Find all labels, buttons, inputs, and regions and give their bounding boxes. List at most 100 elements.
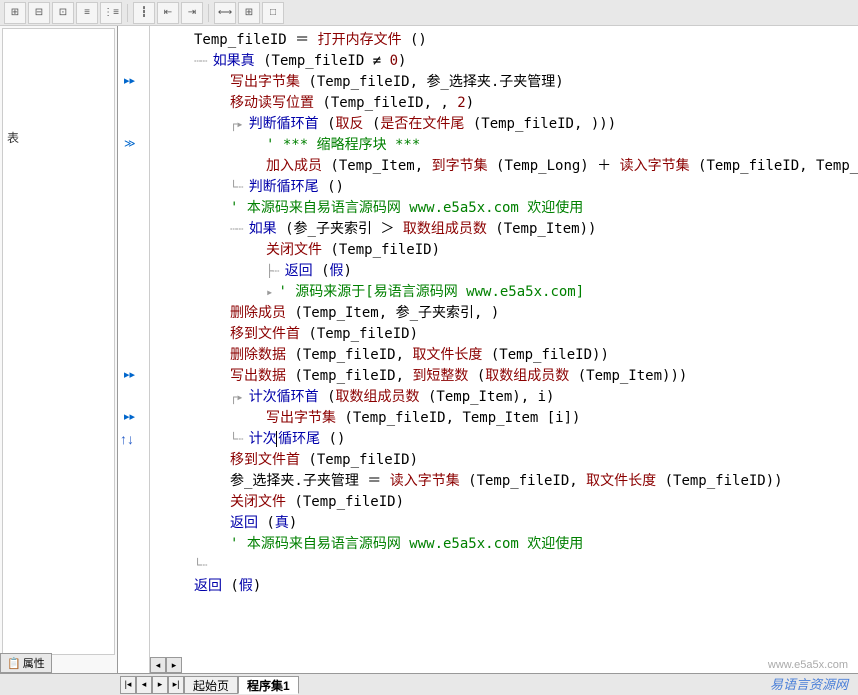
toolbar-btn-4[interactable]: ≡ xyxy=(76,2,98,24)
gutter: ▸▸ ≫ ▸▸ ▸▸ ↑↓ xyxy=(118,26,150,673)
toolbar-btn-10[interactable]: ⊞ xyxy=(238,2,260,24)
code-line[interactable]: 移动读写位置 (Temp_fileID, , 2) xyxy=(158,93,850,114)
toolbar-btn-5[interactable]: ⋮≡ xyxy=(100,2,122,24)
code-token: 读入字节集 xyxy=(620,158,690,174)
code-line[interactable]: └┄ 计次 循环尾 () xyxy=(158,429,850,450)
code-token: ' 本源码来自易语言源码网 www.e5a5x.com 欢迎使用 xyxy=(230,536,583,552)
code-line[interactable]: 删除数据 (Temp_fileID, 取文件长度 (Temp_fileID)) xyxy=(158,345,850,366)
scroll-left-icon[interactable]: ◂ xyxy=(150,657,166,673)
code-token: Temp_fileID xyxy=(331,95,424,111)
code-line[interactable]: Temp_fileID ＝ 打开内存文件 () xyxy=(158,30,850,51)
code-line[interactable]: ┌▸ 计次循环首 (取数组成员数 (Temp_Item), i) xyxy=(158,387,850,408)
code-token: 写出字节集 xyxy=(230,74,300,90)
property-tab[interactable]: 📋 属性 xyxy=(0,653,52,673)
scroll-right-icon[interactable]: ▸ xyxy=(166,657,182,673)
code-token: ＝ xyxy=(287,32,318,48)
code-token: ( xyxy=(277,221,294,237)
code-line[interactable]: 写出数据 (Temp_fileID, 到短整数 (取数组成员数 (Temp_It… xyxy=(158,366,850,387)
code-line[interactable]: 关闭文件 (Temp_fileID) xyxy=(158,240,850,261)
code-line[interactable]: 移到文件首 (Temp_fileID) xyxy=(158,450,850,471)
code-token: , ) xyxy=(474,305,499,321)
tab-scroll-first-icon[interactable]: |◂ xyxy=(120,676,136,694)
code-line[interactable]: ┌▸ 判断循环首 (取反 (是否在文件尾 (Temp_fileID, ))) xyxy=(158,114,850,135)
code-token: ) xyxy=(546,389,554,405)
code-line[interactable]: 加入成员 (Temp_Item, 到字节集 (Temp_Long) ＋ 读入字节… xyxy=(158,156,850,177)
code-editor[interactable]: Temp_fileID ＝ 打开内存文件 ()┄┄ 如果真 (Temp_file… xyxy=(150,26,858,673)
code-token: 关闭文件 xyxy=(230,494,286,510)
bookmark-marker[interactable]: ▸▸ xyxy=(124,74,135,87)
code-token: , xyxy=(379,305,396,321)
toolbar-btn-7[interactable]: ⇤ xyxy=(157,2,179,24)
code-token: , xyxy=(396,368,413,384)
code-line[interactable]: └┄ 判断循环尾 () xyxy=(158,177,850,198)
code-line[interactable]: ┄┄ 如果真 (Temp_fileID ≠ 0) xyxy=(158,51,850,72)
toolbar-btn-3[interactable]: ⊡ xyxy=(52,2,74,24)
code-token: Temp_Item xyxy=(462,410,538,426)
code-token: ) xyxy=(398,53,406,69)
code-line[interactable]: ▸ ' 源码来源于[易语言源码网 www.e5a5x.com] xyxy=(158,282,850,303)
code-token: 如果 xyxy=(249,221,277,237)
bottom-tab-bar: |◂ ◂ ▸ ▸| 起始页 程序集1 易语言资源网 xyxy=(0,673,858,695)
code-token: ＝ xyxy=(359,473,390,489)
code-token: ( xyxy=(300,452,317,468)
code-line[interactable]: 参_选择夹.子夹管理 ＝ 读入字节集 (Temp_fileID, 取文件长度 (… xyxy=(158,471,850,492)
code-token: 写出字节集 xyxy=(266,410,336,426)
code-token: ( xyxy=(569,368,586,384)
code-line[interactable]: ┄┄ 如果 (参_子夹索引 ＞ 取数组成员数 (Temp_Item)) xyxy=(158,219,850,240)
code-line[interactable]: ' 本源码来自易语言源码网 www.e5a5x.com 欢迎使用 xyxy=(158,534,850,555)
code-token: Temp_Item xyxy=(504,221,580,237)
toolbar-btn-8[interactable]: ⇥ xyxy=(181,2,203,24)
tab-scroll-prev-icon[interactable]: ◂ xyxy=(136,676,152,694)
toolbar-btn-11[interactable]: □ xyxy=(262,2,284,24)
code-token: , xyxy=(415,158,432,174)
tab-start-page[interactable]: 起始页 xyxy=(184,676,238,694)
tab-module-1[interactable]: 程序集1 xyxy=(238,676,299,694)
toolbar-btn-9[interactable]: ⟷ xyxy=(214,2,236,24)
tab-scroll-next-icon[interactable]: ▸ xyxy=(152,676,168,694)
code-token: Temp_Item xyxy=(339,158,415,174)
code-token: Temp_fileID xyxy=(272,53,365,69)
code-token: , xyxy=(396,347,413,363)
code-token: 取反 xyxy=(336,116,364,132)
code-token: 到短整数 xyxy=(412,368,468,384)
code-line[interactable]: └┄ xyxy=(158,555,850,576)
code-token: 到字节集 xyxy=(432,158,488,174)
toolbar-btn-6[interactable]: ┇ xyxy=(133,2,155,24)
bookmark-marker[interactable]: ▸▸ xyxy=(124,368,135,381)
code-line[interactable]: ├┄ 返回 (假) xyxy=(158,261,850,282)
code-token: ))) xyxy=(662,368,687,384)
code-line[interactable]: 返回 (假) xyxy=(158,576,850,597)
horizontal-scrollbar[interactable]: ◂ ▸ xyxy=(150,657,270,673)
code-line[interactable]: 移到文件首 (Temp_fileID) xyxy=(158,324,850,345)
code-token: 移到文件首 xyxy=(230,452,300,468)
code-token: 判断循环尾 xyxy=(249,179,319,195)
watermark-url: www.e5a5x.com xyxy=(768,659,848,671)
code-line[interactable]: 返回 (真) xyxy=(158,513,850,534)
left-panel-content[interactable]: 表 xyxy=(2,28,115,655)
toolbar-btn-2[interactable]: ⊟ xyxy=(28,2,50,24)
code-line[interactable]: 删除成员 (Temp_Item, 参_子夹索引, ) xyxy=(158,303,850,324)
fold-marker[interactable]: ≫ xyxy=(124,137,136,150)
code-token: Temp_fileID xyxy=(353,410,446,426)
code-line[interactable]: 写出字节集 (Temp_fileID, 参_选择夹.子夹管理) xyxy=(158,72,850,93)
code-token: () xyxy=(319,179,344,195)
code-token: ( xyxy=(364,116,381,132)
code-line[interactable]: 写出字节集 (Temp_fileID, Temp_Item [i]) xyxy=(158,408,850,429)
left-panel: 表 📋 属性 xyxy=(0,26,118,673)
code-token: Temp_fileID xyxy=(339,242,432,258)
code-token: ' *** 缩略程序块 *** xyxy=(266,137,420,153)
code-token: ) ＋ xyxy=(580,158,619,174)
code-token: 返回 xyxy=(230,515,258,531)
code-line[interactable]: ' *** 缩略程序块 *** xyxy=(158,135,850,156)
tree-item[interactable]: 表 xyxy=(3,29,114,246)
code-line[interactable]: ' 本源码来自易语言源码网 www.e5a5x.com 欢迎使用 xyxy=(158,198,850,219)
loop-marker[interactable]: ↑↓ xyxy=(120,431,134,447)
toolbar-btn-1[interactable]: ⊞ xyxy=(4,2,26,24)
code-token: Temp_fileID xyxy=(303,347,396,363)
code-token: 写出数据 xyxy=(230,368,286,384)
bookmark-marker[interactable]: ▸▸ xyxy=(124,410,135,423)
code-token: 移动读写位置 xyxy=(230,95,314,111)
tab-scroll-last-icon[interactable]: ▸| xyxy=(168,676,184,694)
code-line[interactable]: 关闭文件 (Temp_fileID) xyxy=(158,492,850,513)
code-token: ) xyxy=(466,95,474,111)
